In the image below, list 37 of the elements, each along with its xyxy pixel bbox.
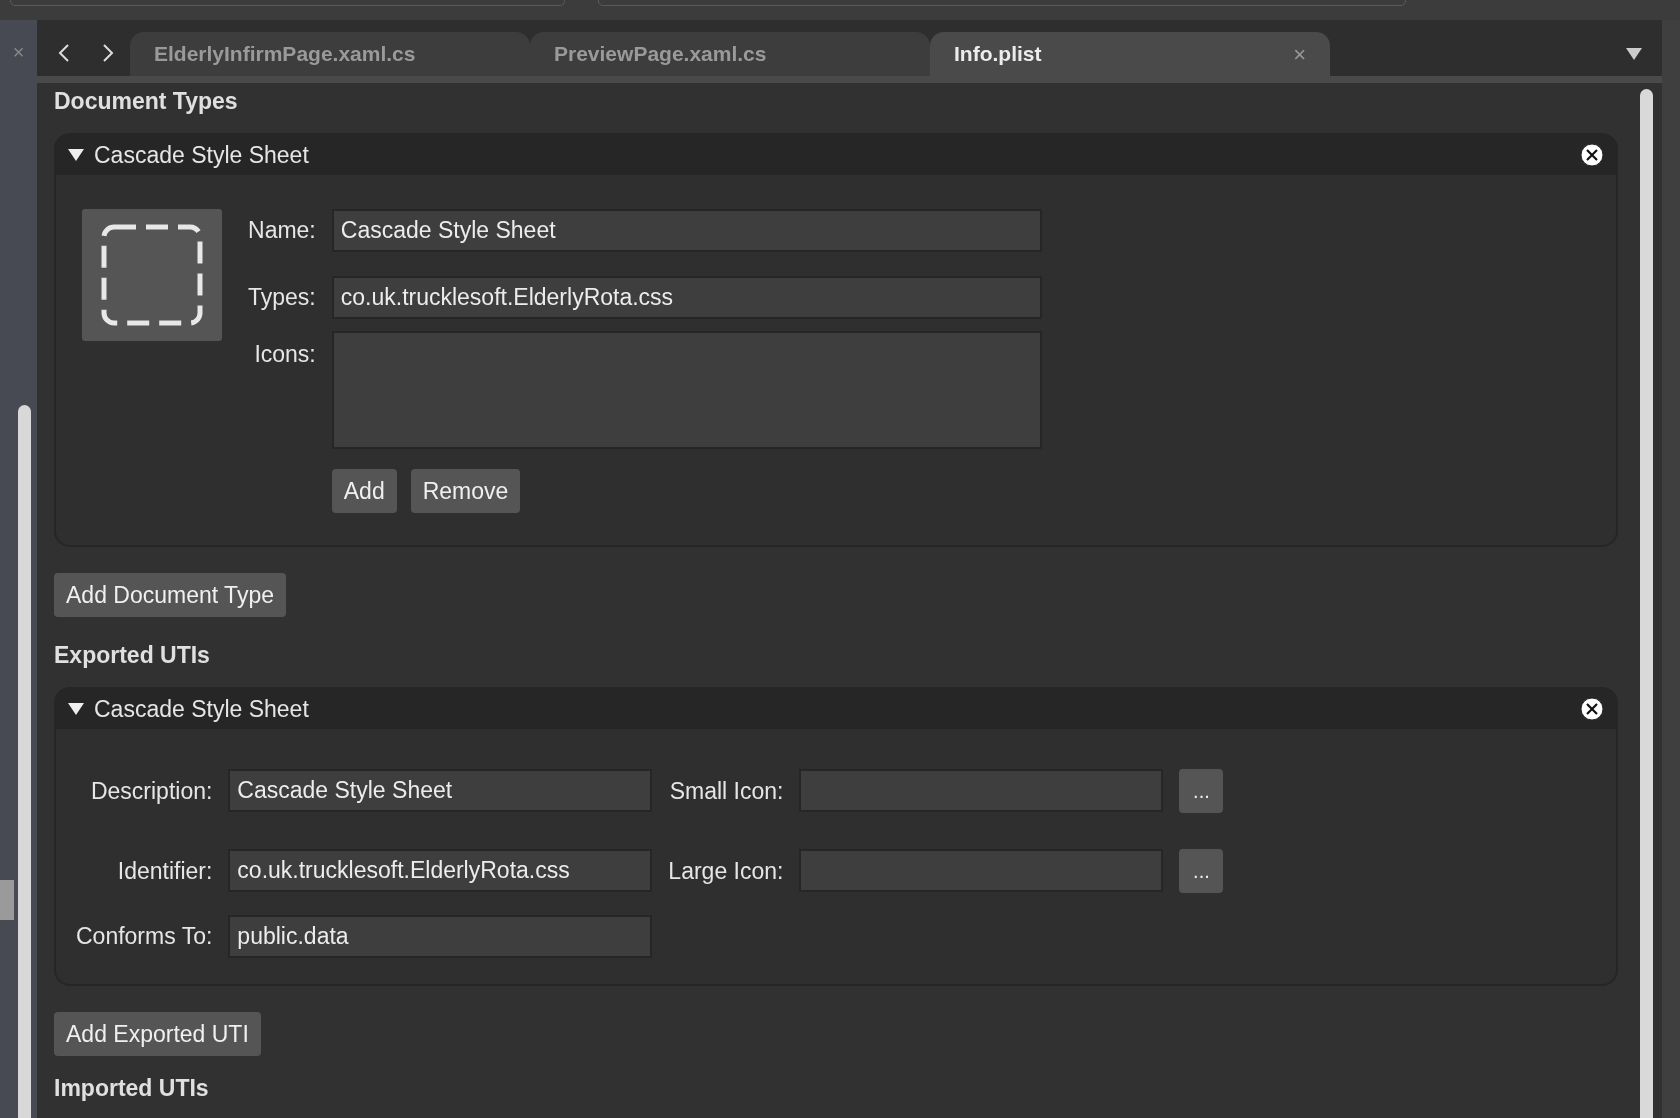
identifier-field[interactable]: co.uk.trucklesoft.ElderlyRota.css	[228, 849, 653, 893]
placeholder-icon	[100, 222, 204, 327]
field-label: Types:	[248, 283, 316, 313]
large-icon-field[interactable]	[799, 849, 1164, 893]
tab[interactable]: Info.plist ×	[930, 32, 1330, 76]
name-field[interactable]: Cascade Style Sheet	[331, 208, 1042, 252]
remove-icon[interactable]	[1580, 696, 1604, 721]
section-heading: Imported UTIs	[54, 1073, 210, 1103]
description-field[interactable]: Cascade Style Sheet	[228, 769, 653, 813]
field-label: Icons:	[253, 339, 316, 369]
field-label: Description:	[89, 776, 213, 806]
disclosure-triangle-icon[interactable]	[68, 147, 84, 162]
small-icon-field[interactable]	[799, 769, 1164, 813]
card-header: Cascade Style Sheet	[56, 688, 1616, 729]
section-heading: Exported UTIs	[54, 640, 211, 670]
field-label: Large Icon:	[668, 856, 784, 886]
add-exported-uti-button[interactable]: Add Exported UTI	[54, 1011, 261, 1056]
dropdown-icon[interactable]	[1626, 48, 1642, 60]
browse-button[interactable]: ...	[1179, 768, 1224, 813]
tab[interactable]: PreviewPage.xaml.cs	[530, 32, 930, 76]
conforms-to-field[interactable]: public.data	[228, 914, 653, 958]
field-label: Identifier:	[116, 856, 213, 886]
icons-list[interactable]	[331, 330, 1042, 449]
types-field[interactable]: co.uk.trucklesoft.ElderlyRota.css	[331, 275, 1042, 319]
field-label: Name:	[248, 216, 316, 246]
splitter-handle[interactable]	[0, 880, 14, 920]
tab[interactable]: ElderlyInfirmPage.xaml.cs	[130, 32, 530, 76]
add-document-type-button[interactable]: Add Document Type	[54, 572, 286, 617]
field-label: Conforms To:	[76, 922, 213, 952]
section-heading: Document Types	[54, 87, 239, 116]
field-label: Small Icon:	[668, 776, 784, 806]
card-header: Cascade Style Sheet	[56, 134, 1616, 175]
remove-icon[interactable]	[1580, 142, 1604, 167]
disclosure-triangle-icon[interactable]	[68, 701, 84, 716]
add-button[interactable]: Add	[331, 468, 397, 513]
remove-button[interactable]: Remove	[410, 468, 521, 513]
browse-button[interactable]: ...	[1179, 848, 1224, 893]
